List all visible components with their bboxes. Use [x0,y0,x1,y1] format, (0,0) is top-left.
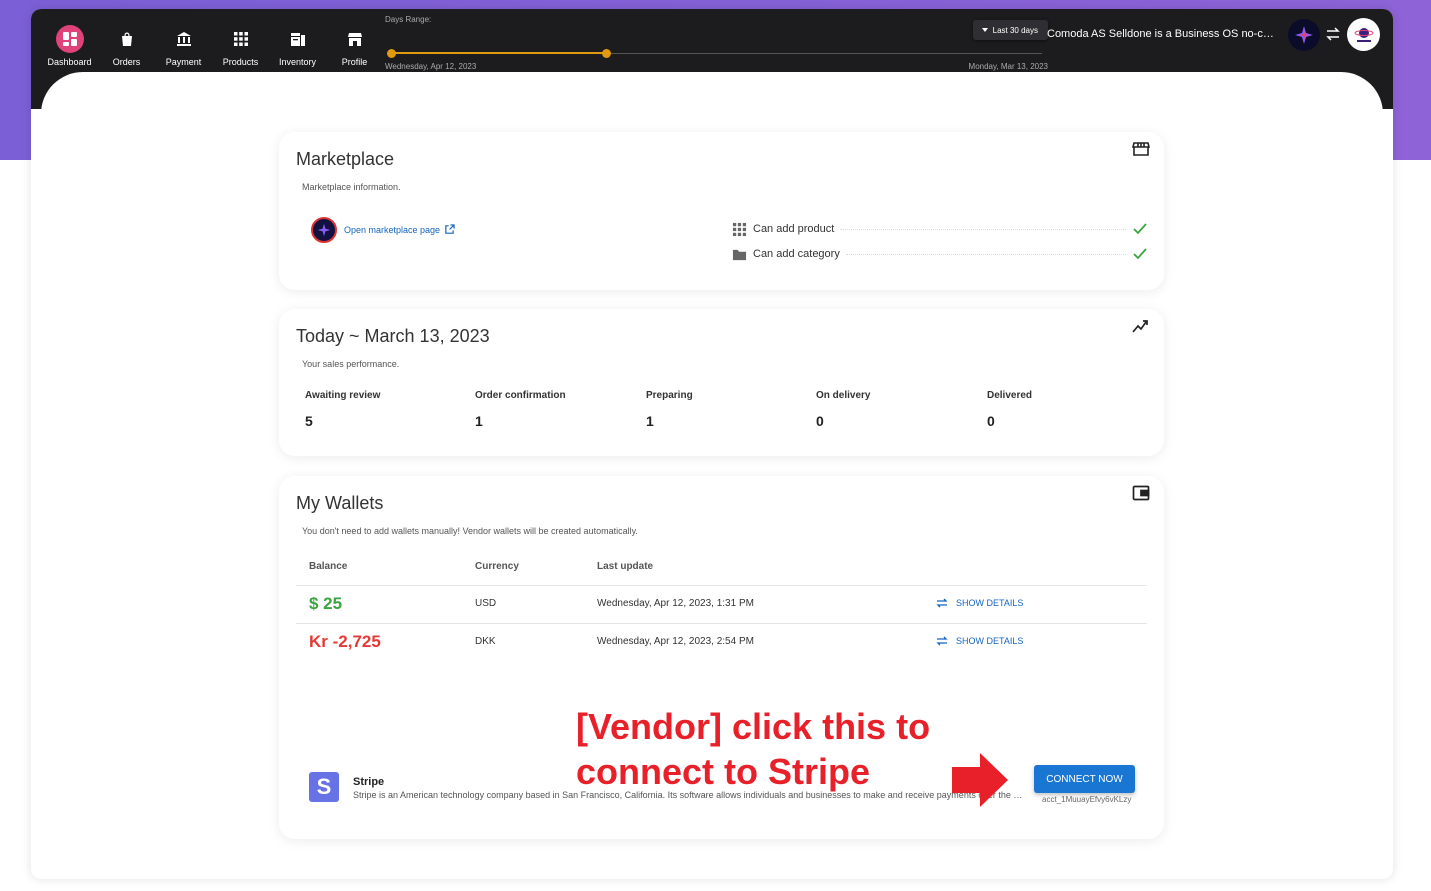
show-details-label: SHOW DETAILS [956,636,1024,646]
days-range-label: Days Range: [385,15,432,24]
show-details-label: SHOW DETAILS [956,598,1024,608]
stat-awaiting-review: Awaiting review 5 [305,390,475,429]
stat-value: 0 [987,413,995,429]
card-subtitle: Your sales performance. [302,359,400,369]
column-header-currency: Currency [475,561,519,572]
switch-icon[interactable] [1325,26,1341,42]
falcon-logo-icon[interactable] [1288,19,1320,51]
avatar[interactable] [1347,18,1380,51]
permission-label: Can add product [753,223,835,235]
arrow-right-icon [952,753,1008,807]
swap-horizontal-icon [936,636,948,646]
stat-value: 1 [475,413,483,429]
stat-label: Delivered [987,390,1033,401]
range-select-label: Last 30 days [992,25,1038,35]
folder-icon [732,249,747,260]
trending-up-icon [1132,317,1150,335]
stripe-logo: S [309,772,339,802]
grid-icon [732,222,747,236]
caret-down-icon [981,28,988,32]
wallet-last-update: Wednesday, Apr 12, 2023, 1:31 PM [597,598,754,609]
stripe-title: Stripe [353,776,385,788]
nav-products[interactable]: Products [212,19,269,67]
nav-profile[interactable]: Profile [326,19,383,67]
permission-add-category: Can add category [732,245,1148,263]
stat-label: Order confirmation [475,390,566,401]
wallet-icon [1132,484,1150,502]
marketplace-logo [311,217,337,243]
range-select-button[interactable]: Last 30 days [972,20,1048,40]
nav-payment[interactable]: Payment [155,19,212,67]
nav-label: Dashboard [47,57,92,67]
check-icon [1133,223,1147,235]
marketplace-card: Marketplace Marketplace information. Ope… [279,132,1164,290]
stripe-account-id: acct_1MuuayEfvy6vKLzy [1042,795,1132,804]
nav-label: Orders [112,57,141,67]
stat-preparing: Preparing 1 [646,390,816,429]
card-subtitle: You don't need to add wallets manually! … [302,526,638,536]
table-row: Kr -2,725 DKK Wednesday, Apr 12, 2023, 2… [296,623,1147,661]
sales-card: Today ~ March 13, 2023 Your sales perfor… [279,309,1164,456]
shopping-bag-icon [113,25,141,53]
store-profile-icon [341,25,369,53]
card-title: Marketplace [296,149,395,169]
slider-thumb-start[interactable] [387,49,396,58]
stat-label: Preparing [646,390,693,401]
stat-value: 5 [305,413,313,429]
dotted-divider [840,228,1126,230]
annotation-line: [Vendor] click this to [576,706,931,747]
nav-label: Payment [165,57,202,67]
table-row: $ 25 USD Wednesday, Apr 12, 2023, 1:31 P… [296,585,1147,623]
stat-order-confirmation: Order confirmation 1 [475,390,645,429]
card-title: My Wallets [296,493,384,513]
slider-thumb-end[interactable] [601,49,611,58]
wallet-currency: DKK [475,636,496,647]
nav-inventory[interactable]: Inventory [269,19,326,67]
storefront-icon [1131,140,1151,158]
stat-value: 0 [816,413,824,429]
stat-delivered: Delivered 0 [987,390,1157,429]
wallet-currency: USD [475,598,497,609]
wallet-balance: Kr -2,725 [309,632,381,651]
nav-label: Products [222,57,259,67]
column-header-balance: Balance [309,561,348,572]
swap-horizontal-icon [936,598,948,608]
inventory-icon [284,25,312,53]
stat-on-delivery: On delivery 0 [816,390,986,429]
show-details-button[interactable]: SHOW DETAILS [936,636,1023,646]
shop-name[interactable]: Comoda AS Selldone is a Business OS no-c… [1047,28,1279,40]
nav-label: Inventory [278,57,317,67]
permission-label: Can add category [753,248,840,260]
wallet-balance: $ 25 [309,594,343,613]
open-marketplace-link[interactable]: Open marketplace page [344,224,455,235]
grid-icon [227,25,255,53]
nav-dashboard[interactable]: Dashboard [41,19,98,67]
column-header-last-update: Last update [597,561,654,572]
stat-label: On delivery [816,390,871,401]
link-label: Open marketplace page [344,224,441,235]
stat-value: 1 [646,413,654,429]
days-range-slider: Days Range: Last 30 days Wednesday, Apr … [385,15,1048,71]
card-subtitle: Marketplace information. [302,182,401,192]
nav-label: Profile [341,57,368,67]
range-end-date: Monday, Mar 13, 2023 [968,62,1048,71]
external-link-icon [445,224,455,234]
annotation-text: [Vendor] click this to connect to Stripe [576,704,996,794]
bank-icon [170,25,198,53]
stat-label: Awaiting review [305,390,381,401]
dotted-divider [845,253,1126,255]
show-details-button[interactable]: SHOW DETAILS [936,598,1023,608]
nav-orders[interactable]: Orders [98,19,155,67]
slider-fill [391,52,606,54]
annotation-line: connect to Stripe [576,751,871,792]
wallet-last-update: Wednesday, Apr 12, 2023, 2:54 PM [597,636,754,647]
card-title: Today ~ March 13, 2023 [296,326,490,346]
dashboard-icon [55,25,84,53]
connect-now-button[interactable]: CONNECT NOW [1034,765,1135,793]
check-icon [1133,248,1147,260]
permission-add-product: Can add product [732,220,1148,238]
main-nav: Dashboard Orders Payment Products Invent… [41,19,383,67]
range-start-date: Wednesday, Apr 12, 2023 [385,62,477,71]
